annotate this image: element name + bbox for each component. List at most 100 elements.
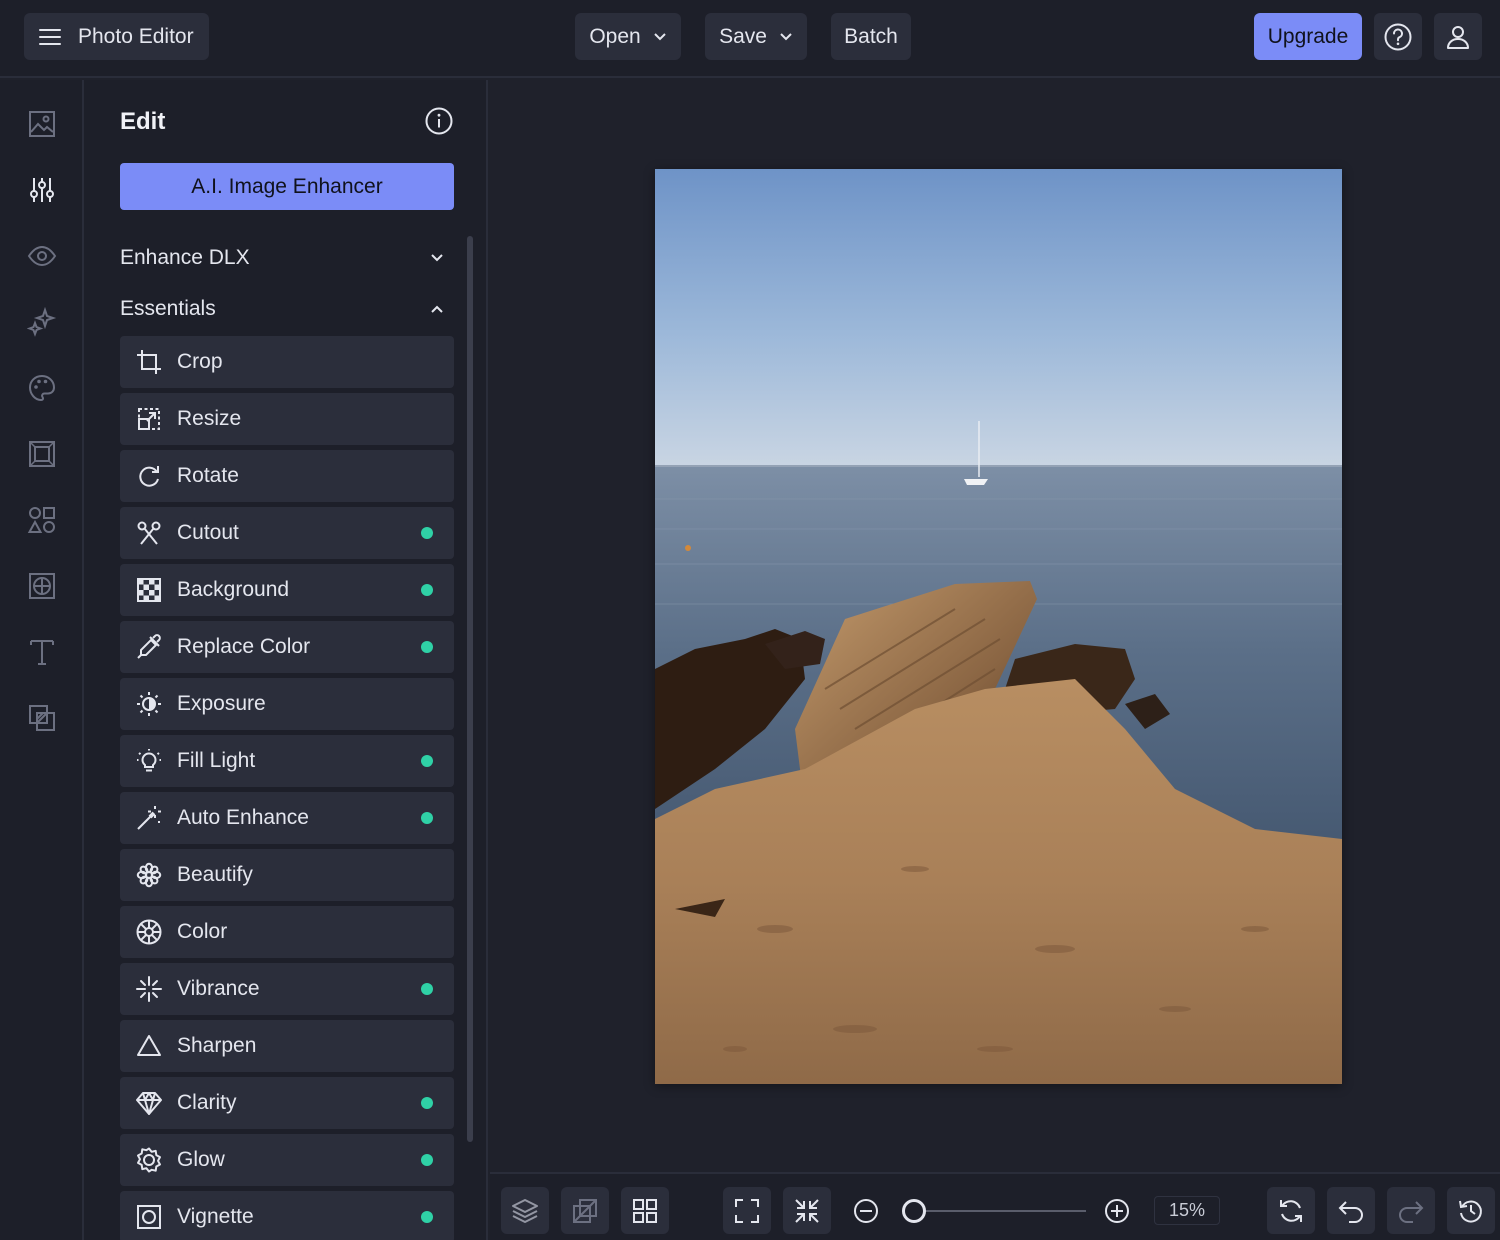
batch-label: Batch (844, 24, 898, 48)
text-icon (28, 638, 56, 666)
rail-item-effects[interactable] (20, 300, 64, 344)
panel-scrollbar[interactable] (467, 236, 473, 1142)
tool-sharpen[interactable]: Sharpen (120, 1020, 454, 1072)
zoom-out-icon (852, 1197, 880, 1225)
tool-resize[interactable]: Resize (120, 393, 454, 445)
photo-canvas[interactable] (655, 169, 1342, 1084)
tool-label: Background (177, 578, 290, 601)
zoom-out-button[interactable] (842, 1187, 890, 1234)
grid-view-button[interactable] (621, 1187, 669, 1234)
layers-button[interactable] (501, 1187, 549, 1234)
history-button[interactable] (1447, 1187, 1495, 1234)
redo-button[interactable] (1387, 1187, 1435, 1234)
tool-beautify[interactable]: Beautify (120, 849, 454, 901)
help-button[interactable] (1374, 13, 1422, 60)
tool-label: Auto Enhance (177, 806, 309, 829)
shapes-icon (27, 505, 57, 535)
tool-category-rail (0, 80, 84, 1240)
tool-label: Resize (177, 407, 242, 430)
editor-canvas (490, 80, 1500, 1172)
top-bar: Photo Editor Open Save Batch Upgrade (0, 0, 1500, 78)
ai-image-enhancer-button[interactable]: A.I. Image Enhancer (120, 163, 454, 210)
compare-button[interactable] (561, 1187, 609, 1234)
tool-exposure[interactable]: Exposure (120, 678, 454, 730)
zoom-level-input[interactable]: 15% (1154, 1196, 1220, 1225)
tool-background[interactable]: Background (120, 564, 454, 616)
tool-rotate[interactable]: Rotate (120, 450, 454, 502)
upgrade-button[interactable]: Upgrade (1254, 13, 1362, 60)
frame-icon (28, 440, 56, 468)
tool-crop[interactable]: Crop (120, 336, 454, 388)
section-essentials[interactable]: Essentials (120, 291, 454, 327)
tool-fill-light[interactable]: Fill Light (120, 735, 454, 787)
zoom-slider-handle[interactable] (901, 1199, 926, 1223)
tool-vignette[interactable]: Vignette (120, 1191, 454, 1240)
premium-dot (421, 1097, 433, 1109)
expand-icon (733, 1197, 761, 1225)
collapse-arrows-icon (793, 1197, 821, 1225)
panel-title: Edit (120, 108, 166, 135)
tool-clarity[interactable]: Clarity (120, 1077, 454, 1129)
layers-icon (511, 1197, 539, 1225)
premium-dot (421, 755, 433, 767)
tool-label: Vignette (177, 1205, 254, 1228)
undo-button[interactable] (1327, 1187, 1375, 1234)
section-label: Enhance DLX (120, 246, 250, 269)
tool-label: Crop (177, 350, 223, 373)
fit-to-screen-button[interactable] (723, 1187, 771, 1234)
chevron-down-icon (653, 32, 667, 42)
tool-auto-enhance[interactable]: Auto Enhance (120, 792, 454, 844)
tool-replace-color[interactable]: Replace Color (120, 621, 454, 673)
refresh-icon (1277, 1197, 1305, 1225)
lightbulb-icon (136, 748, 162, 774)
rail-item-adjust[interactable] (20, 168, 64, 212)
tool-color[interactable]: Color (120, 906, 454, 958)
crop-icon (136, 349, 162, 375)
exposure-icon (136, 691, 162, 717)
open-label: Open (589, 24, 641, 48)
premium-dot (421, 527, 433, 539)
tool-label: Clarity (177, 1091, 237, 1114)
chevron-down-icon (779, 32, 793, 42)
tool-cutout[interactable]: Cutout (120, 507, 454, 559)
tool-glow[interactable]: Glow (120, 1134, 454, 1186)
rail-item-frames[interactable] (20, 432, 64, 476)
tool-vibrance[interactable]: Vibrance (120, 963, 454, 1015)
flower-icon (136, 862, 162, 888)
rail-item-textures[interactable] (20, 564, 64, 608)
tool-label: Rotate (177, 464, 239, 487)
save-button[interactable]: Save (705, 13, 807, 60)
grid-icon (631, 1197, 659, 1225)
rail-item-graphics[interactable] (20, 498, 64, 542)
info-button[interactable] (424, 106, 454, 136)
tool-label: Color (177, 920, 228, 943)
open-button[interactable]: Open (575, 13, 681, 60)
rail-item-artsy[interactable] (20, 366, 64, 410)
section-enhance-dlx[interactable]: Enhance DLX (120, 240, 454, 276)
seascape-photo (655, 169, 1342, 1084)
account-button[interactable] (1434, 13, 1482, 60)
rail-item-overlays[interactable] (20, 696, 64, 740)
reset-button[interactable] (1267, 1187, 1315, 1234)
compare-icon (571, 1197, 599, 1225)
rail-item-text[interactable] (20, 630, 64, 674)
premium-dot (421, 1154, 433, 1166)
redo-icon (1397, 1197, 1425, 1225)
sparkles-icon (27, 307, 57, 337)
zoom-in-button[interactable] (1093, 1187, 1141, 1234)
zoom-slider-track[interactable] (910, 1210, 1086, 1212)
tool-label: Cutout (177, 521, 239, 544)
tool-label: Fill Light (177, 749, 256, 772)
chevron-up-icon (430, 304, 444, 314)
batch-button[interactable]: Batch (831, 13, 911, 60)
rail-item-image[interactable] (20, 102, 64, 146)
tool-label: Vibrance (177, 977, 260, 1000)
rail-item-preview[interactable] (20, 234, 64, 278)
help-icon (1383, 22, 1413, 52)
menu-button[interactable]: Photo Editor (24, 13, 209, 60)
section-label: Essentials (120, 297, 216, 320)
chevron-down-icon (430, 253, 444, 263)
actual-size-button[interactable] (783, 1187, 831, 1234)
premium-dot (421, 1211, 433, 1223)
resize-icon (136, 406, 162, 432)
